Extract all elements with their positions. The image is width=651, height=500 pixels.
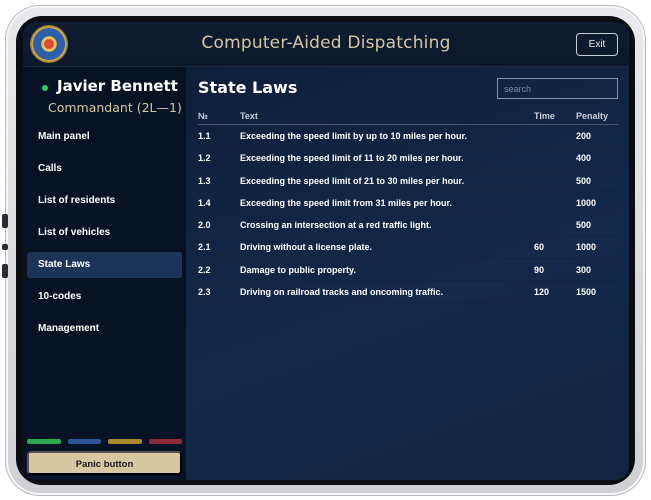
sidebar-item-main-panel[interactable]: Main panel [27, 124, 182, 150]
law-time: 120 [534, 287, 550, 298]
law-text: Exceeding the speed limit of 11 to 20 mi… [240, 153, 464, 164]
user-role: Commandant (2L—1) [48, 100, 182, 115]
search-input[interactable] [497, 78, 618, 99]
law-text: Exceeding the speed limit from 31 miles … [240, 197, 453, 208]
law-number: 2.0 [198, 220, 211, 231]
law-text: Driving without a license plate. [240, 242, 373, 253]
law-number: 2.1 [198, 242, 211, 253]
law-penalty: 500 [576, 220, 592, 231]
table-row[interactable]: 1.4 Exceeding the speed limit from 31 mi… [198, 192, 618, 215]
status-color-bars [27, 439, 182, 444]
exit-button[interactable]: Exit [576, 33, 618, 56]
table-row[interactable]: 1.2 Exceeding the speed limit of 11 to 2… [198, 147, 618, 170]
laws-table: № Text Time Penalty 1.1 Exceeding the sp… [198, 109, 618, 304]
law-penalty: 500 [576, 175, 592, 186]
sidebar-item-calls[interactable]: Calls [27, 156, 182, 182]
table-header: № Text Time Penalty [198, 109, 618, 125]
status-bar-red[interactable] [148, 439, 182, 444]
side-button [2, 264, 8, 278]
status-bar-green[interactable] [27, 439, 61, 444]
law-text: Crossing an intersection at a red traffi… [240, 220, 432, 231]
law-text: Driving on railroad tracks and oncoming … [240, 287, 444, 298]
law-number: 1.1 [198, 131, 211, 141]
online-status-dot-icon [42, 85, 48, 91]
law-time: 90 [534, 264, 545, 275]
column-header-number: № [198, 111, 209, 121]
status-bar-blue[interactable] [67, 439, 101, 444]
law-number: 1.3 [198, 175, 211, 186]
app-header: Computer-Aided Dispatching Exit [23, 22, 629, 67]
sidebar-item-vehicles[interactable]: List of vehicles [27, 220, 182, 246]
table-row[interactable]: 2.3 Driving on railroad tracks and oncom… [198, 281, 618, 304]
sidebar-item-residents[interactable]: List of residents [27, 188, 182, 214]
app-title: Computer-Aided Dispatching [201, 33, 451, 53]
law-penalty: 400 [576, 153, 592, 164]
column-header-text: Text [240, 111, 258, 121]
law-number: 2.3 [198, 287, 211, 298]
sidebar: Javier Bennett Commandant (2L—1) Main pa… [23, 67, 186, 480]
main-panel: State Laws № Text Time Penalty 1.1 Excee… [186, 67, 629, 480]
law-number: 2.2 [198, 264, 211, 275]
column-header-time: Time [534, 111, 555, 121]
side-button [2, 244, 8, 250]
table-row[interactable]: 2.2 Damage to public property. 90 300 [198, 259, 618, 282]
column-header-penalty: Penalty [576, 111, 609, 121]
table-row[interactable]: 1.3 Exceeding the speed limit of 21 to 3… [198, 170, 618, 192]
law-penalty: 200 [576, 131, 592, 141]
status-bar-yellow[interactable] [108, 439, 142, 444]
app-screen: Computer-Aided Dispatching Exit Javier B… [23, 22, 629, 480]
law-number: 1.2 [198, 153, 211, 164]
sidebar-item-10-codes[interactable]: 10-codes [27, 284, 182, 310]
law-time: 60 [534, 242, 545, 253]
sidebar-item-state-laws[interactable]: State Laws [27, 252, 182, 278]
law-number: 1.4 [198, 197, 211, 208]
law-penalty: 1000 [576, 197, 597, 208]
user-name: Javier Bennett [57, 77, 178, 95]
side-button [2, 214, 8, 228]
law-penalty: 300 [576, 264, 592, 275]
sidebar-nav: Main panel Calls List of residents List … [27, 124, 182, 348]
sidebar-item-management[interactable]: Management [27, 316, 182, 342]
table-row[interactable]: 1.1 Exceeding the speed limit by up to 1… [198, 125, 618, 148]
page-title: State Laws [198, 78, 298, 97]
panic-button[interactable]: Panic button [27, 451, 182, 475]
table-row[interactable]: 2.0 Crossing an intersection at a red tr… [198, 214, 618, 237]
law-penalty: 1000 [576, 242, 597, 253]
table-row[interactable]: 2.1 Driving without a license plate. 60 … [198, 236, 618, 259]
law-text: Exceeding the speed limit by up to 10 mi… [240, 131, 468, 141]
law-text: Damage to public property. [240, 264, 356, 275]
law-penalty: 1500 [576, 287, 597, 298]
law-text: Exceeding the speed limit of 21 to 30 mi… [240, 175, 465, 186]
